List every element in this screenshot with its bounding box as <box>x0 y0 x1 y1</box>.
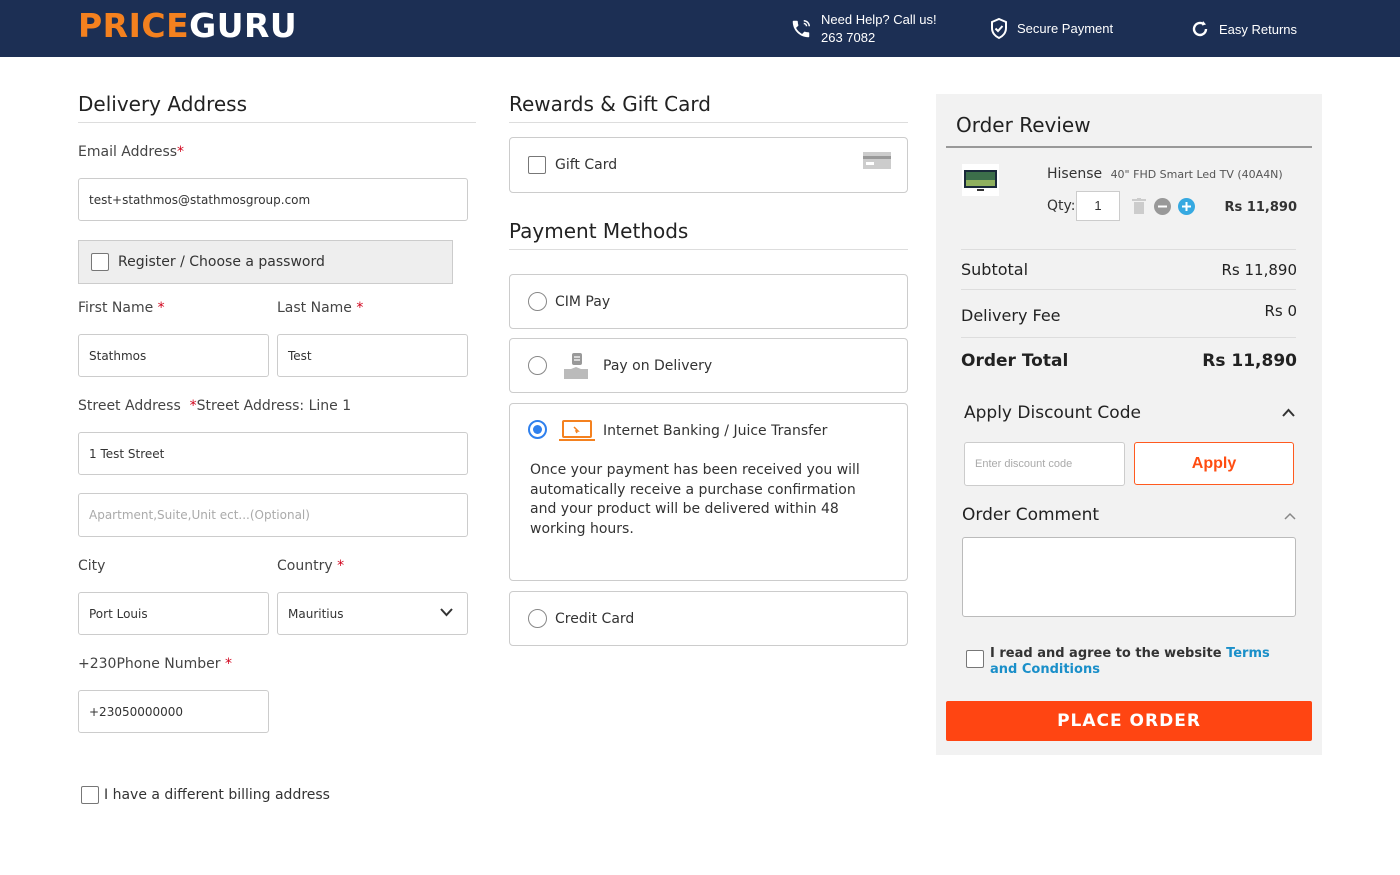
order-total-value: Rs 11,890 <box>1202 351 1297 371</box>
last-name-field[interactable]: Test <box>277 334 468 377</box>
product-thumbnail[interactable] <box>962 164 999 196</box>
gift-card-label: Gift Card <box>555 157 618 173</box>
internet-banking-label: Internet Banking / Juice Transfer <box>603 423 828 439</box>
divider <box>509 249 908 250</box>
chevron-down-icon <box>440 608 453 617</box>
gift-card-option[interactable]: Gift Card <box>509 137 908 193</box>
help-number: 263 7082 <box>821 30 876 45</box>
email-label: Email Address* <box>78 144 185 160</box>
item-price: Rs 11,890 <box>1224 200 1297 215</box>
trash-icon[interactable] <box>1132 198 1146 215</box>
last-name-label: Last Name * <box>277 300 364 316</box>
divider <box>961 289 1296 290</box>
payment-title: Payment Methods <box>509 219 689 243</box>
laptop-icon <box>559 420 595 441</box>
internet-banking-radio[interactable] <box>528 420 547 439</box>
help-phone[interactable]: Need Help? Call us! 263 7082 <box>790 11 937 47</box>
chevron-up-icon[interactable] <box>1282 408 1295 417</box>
register-checkbox[interactable] <box>91 253 109 271</box>
street2-field[interactable]: Apartment,Suite,Unit ect...(Optional) <box>78 493 468 537</box>
divider <box>946 146 1312 148</box>
terms-checkbox[interactable] <box>966 650 984 668</box>
discount-toggle[interactable]: Apply Discount Code <box>964 403 1141 423</box>
payment-option-pay-on-delivery[interactable]: Pay on Delivery <box>509 338 908 393</box>
pay-on-delivery-label: Pay on Delivery <box>603 358 713 374</box>
divider <box>961 337 1296 338</box>
divider <box>961 249 1296 250</box>
shield-icon <box>991 18 1007 39</box>
quantity-input[interactable]: 1 <box>1076 191 1120 221</box>
banking-note: Once your payment has been received you … <box>530 462 860 537</box>
city-label: City <box>78 558 106 574</box>
cim-pay-radio[interactable] <box>528 292 547 311</box>
site-header: PRICEGURU Need Help? Call us! 263 7082 S… <box>0 0 1400 57</box>
place-order-button[interactable]: PLACE ORDER <box>946 701 1312 741</box>
email-field[interactable]: test+stathmos@stathmosgroup.com <box>78 178 468 221</box>
site-logo[interactable]: PRICEGURU <box>78 6 297 45</box>
secure-payment[interactable]: Secure Payment <box>990 18 1113 39</box>
subtotal-value: Rs 11,890 <box>1221 261 1298 279</box>
refresh-icon <box>1192 21 1208 37</box>
chevron-up-icon[interactable] <box>1284 512 1296 520</box>
plus-icon[interactable] <box>1178 198 1195 215</box>
payment-option-internet-banking[interactable]: Internet Banking / Juice Transfer Once y… <box>509 403 908 581</box>
gift-card-icon <box>863 152 891 169</box>
divider <box>509 122 908 123</box>
rewards-title: Rewards & Gift Card <box>509 92 711 116</box>
country-select[interactable]: Mauritius <box>277 592 468 635</box>
product-name[interactable]: Hisense 40" FHD Smart Led TV (40A4N) <box>1047 166 1283 182</box>
discount-code-input[interactable]: Enter discount code <box>964 442 1125 486</box>
help-text: Need Help? Call us! <box>821 12 937 27</box>
minus-icon[interactable] <box>1154 198 1171 215</box>
phone-icon <box>792 20 810 38</box>
street-label: Street Address *Street Address: Line 1 <box>78 398 352 414</box>
credit-card-label: Credit Card <box>555 611 635 627</box>
delivery-fee-label: Delivery Fee <box>961 306 1061 325</box>
apply-button[interactable]: Apply <box>1134 442 1294 485</box>
delivery-fee-value: Rs 0 <box>1264 302 1297 320</box>
cim-pay-label: CIM Pay <box>555 294 611 310</box>
order-review-panel: Order Review Hisense 40" FHD Smart Led T… <box>936 94 1322 755</box>
easy-returns[interactable]: Easy Returns <box>1190 19 1297 39</box>
first-name-label: First Name * <box>78 300 165 316</box>
billing-checkbox[interactable] <box>81 786 99 804</box>
order-review-title: Order Review <box>956 113 1091 137</box>
qty-label: Qty: <box>1047 198 1076 214</box>
country-label: Country * <box>277 558 345 574</box>
billing-label: I have a different billing address <box>104 787 330 803</box>
order-total-label: Order Total <box>961 351 1069 371</box>
phone-field[interactable]: +23050000000 <box>78 690 269 733</box>
phone-label: +230Phone Number * <box>78 656 232 672</box>
terms-text: I read and agree to the website Terms an… <box>990 646 1270 677</box>
pay-on-delivery-radio[interactable] <box>528 356 547 375</box>
payment-option-cim-pay[interactable]: CIM Pay <box>509 274 908 329</box>
gift-card-checkbox[interactable] <box>528 156 546 174</box>
credit-card-radio[interactable] <box>528 609 547 628</box>
register-label: Register / Choose a password <box>118 254 325 270</box>
register-option[interactable]: Register / Choose a password <box>78 240 453 284</box>
cash-hand-icon <box>564 353 588 379</box>
city-field[interactable]: Port Louis <box>78 592 269 635</box>
subtotal-label: Subtotal <box>961 260 1029 279</box>
first-name-field[interactable]: Stathmos <box>78 334 269 377</box>
divider <box>78 122 476 123</box>
street-field[interactable]: 1 Test Street <box>78 432 468 475</box>
order-comment-textarea[interactable] <box>962 537 1296 617</box>
payment-option-credit-card[interactable]: Credit Card <box>509 591 908 646</box>
delivery-title: Delivery Address <box>78 92 248 116</box>
billing-option[interactable]: I have a different billing address <box>81 786 330 804</box>
comment-toggle[interactable]: Order Comment <box>962 505 1099 525</box>
